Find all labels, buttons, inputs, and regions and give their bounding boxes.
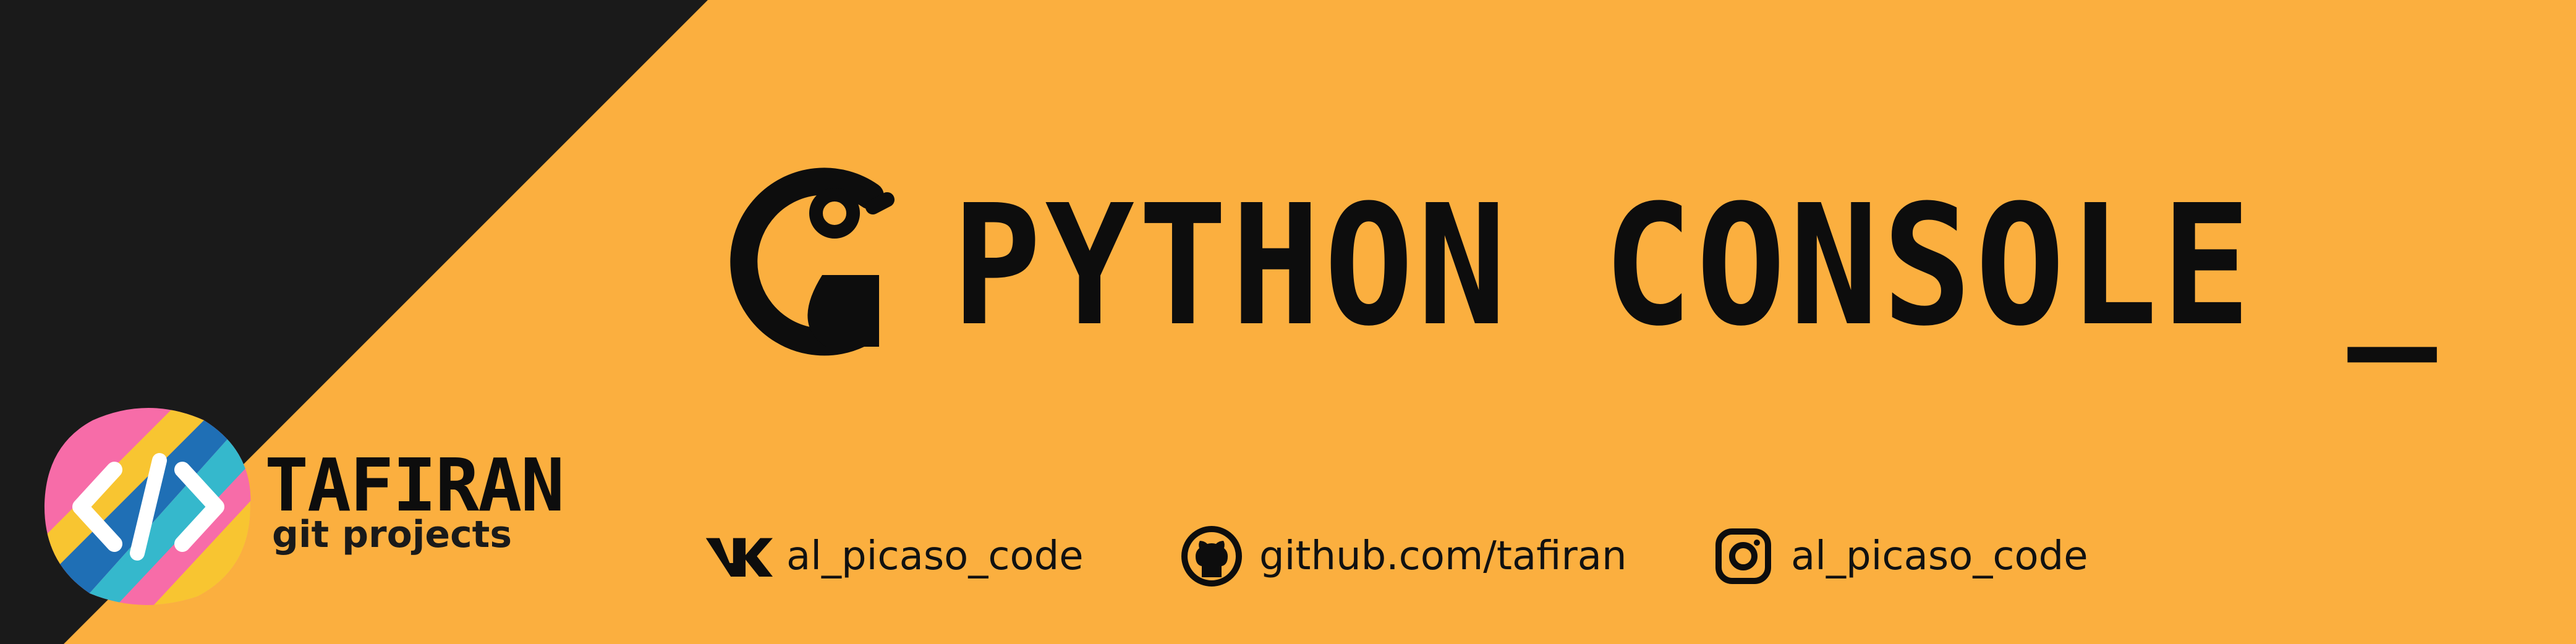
banner-title: PYTHON CONSOLE _ [952, 169, 2441, 363]
instagram-icon [1709, 525, 1777, 587]
social-instagram-link[interactable]: al_picaso_code [1709, 525, 2088, 587]
social-github-link[interactable]: github.com/tafiran [1178, 525, 1627, 587]
social-github-label: github.com/tafiran [1259, 533, 1627, 579]
python-console-g-icon [730, 167, 895, 356]
vk-icon [705, 525, 773, 587]
brand-subtitle: git projects [272, 513, 512, 556]
social-vk-link[interactable]: al_picaso_code [705, 525, 1084, 587]
social-vk-label: al_picaso_code [786, 533, 1084, 579]
github-icon [1178, 525, 1246, 587]
code-brackets-icon [44, 408, 251, 605]
social-instagram-label: al_picaso_code [1791, 533, 2088, 579]
